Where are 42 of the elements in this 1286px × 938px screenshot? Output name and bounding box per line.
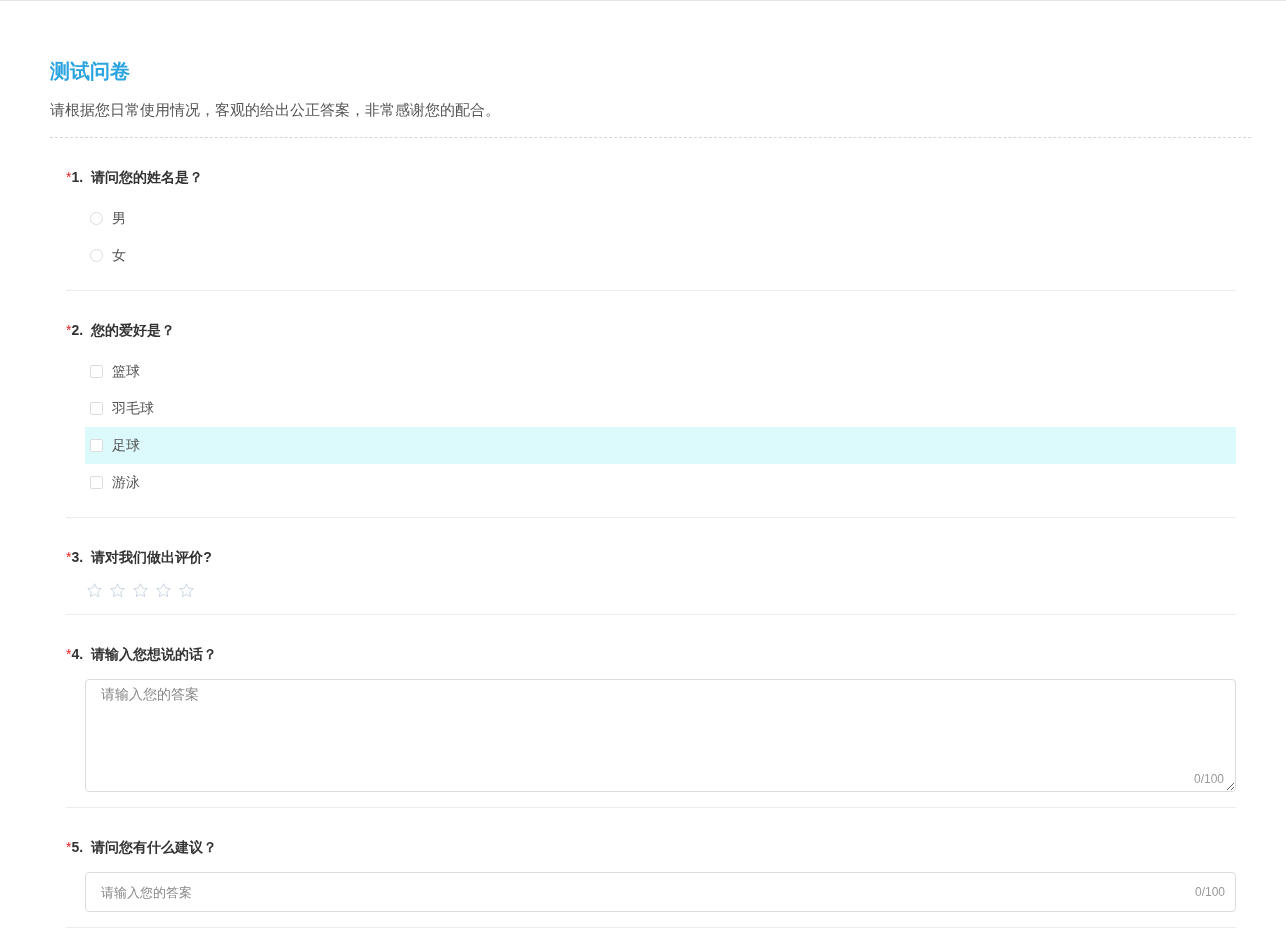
radio-button[interactable]: [90, 249, 103, 262]
required-mark: *: [66, 321, 72, 340]
question-number: 4.: [71, 645, 84, 664]
option-row[interactable]: 女: [85, 237, 1236, 274]
star-icon[interactable]: [178, 581, 195, 599]
radio-button[interactable]: [90, 212, 103, 225]
option-label: 篮球: [112, 362, 140, 381]
option-label: 男: [112, 209, 126, 228]
option-row[interactable]: 男: [85, 200, 1236, 237]
survey-title: 测试问卷: [50, 59, 131, 84]
star-icon[interactable]: [109, 581, 126, 599]
star-icon[interactable]: [155, 581, 172, 599]
option-row[interactable]: 羽毛球: [85, 390, 1236, 427]
checkbox[interactable]: [90, 402, 103, 415]
question-title: 请对我们做出评价?: [91, 548, 212, 567]
required-mark: *: [66, 548, 72, 567]
character-counter: 0/100: [1194, 885, 1225, 899]
required-mark: *: [66, 168, 72, 187]
option-label: 女: [112, 246, 126, 265]
option-label: 足球: [112, 436, 140, 455]
required-mark: *: [66, 645, 72, 664]
checkbox[interactable]: [90, 476, 103, 489]
option-row[interactable]: 足球: [85, 427, 1236, 464]
star-icon[interactable]: [132, 581, 149, 599]
required-mark: *: [66, 838, 72, 857]
option-label: 游泳: [112, 473, 140, 492]
checkbox[interactable]: [90, 439, 103, 452]
option-row[interactable]: 游泳: [85, 464, 1236, 501]
question-title: 请问您的姓名是？: [91, 168, 204, 187]
checkbox[interactable]: [90, 365, 103, 378]
question-number: 1.: [71, 168, 84, 187]
option-label: 羽毛球: [112, 399, 154, 418]
star-icon[interactable]: [86, 581, 103, 599]
character-counter: 0/100: [1193, 772, 1224, 786]
question-title: 请输入您想说的话？: [91, 645, 218, 664]
question-number: 5.: [71, 838, 84, 857]
survey-description: 请根据您日常使用情况，客观的给出公正答案，非常感谢您的配合。: [50, 100, 1251, 138]
question-title: 请问您有什么建议？: [91, 838, 218, 857]
question-number: 3.: [71, 548, 84, 567]
question-title: 您的爱好是？: [91, 321, 176, 340]
question-number: 2.: [71, 321, 84, 340]
option-row[interactable]: 篮球: [85, 353, 1236, 390]
